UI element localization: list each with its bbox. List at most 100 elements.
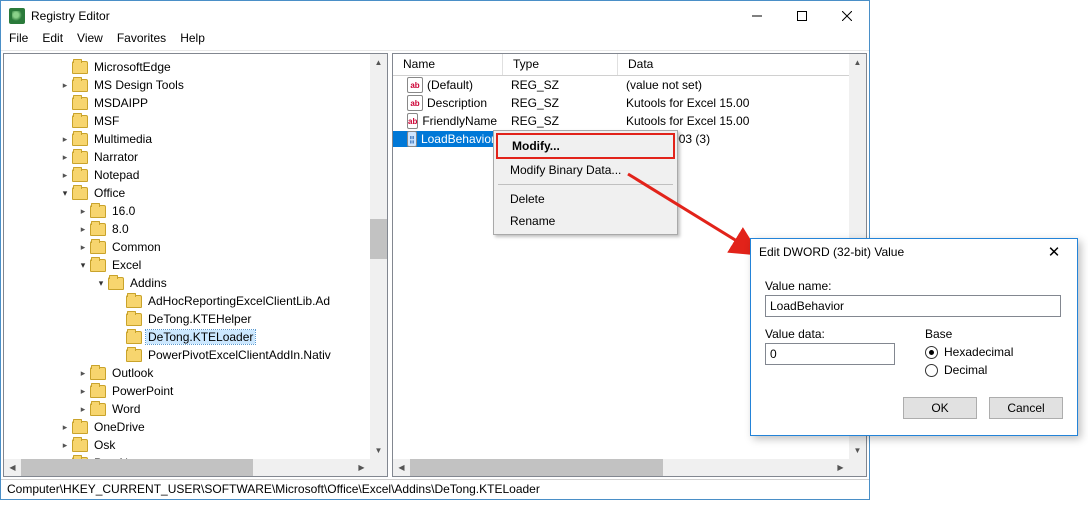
tree-node[interactable]: 16.0 xyxy=(4,202,387,220)
tree-node[interactable]: Word xyxy=(4,400,387,418)
radio-decimal[interactable]: Decimal xyxy=(925,363,1013,377)
tree-node[interactable]: MSF xyxy=(4,112,387,130)
list-horizontal-scrollbar[interactable]: ◀▶ xyxy=(393,459,849,476)
tree-node-label: Excel xyxy=(110,258,143,272)
column-data[interactable]: Data xyxy=(618,54,866,75)
tree-horizontal-scrollbar[interactable]: ◀ ▶ xyxy=(4,459,370,476)
regedit-icon xyxy=(9,8,25,24)
registry-tree[interactable]: MicrosoftEdgeMS Design ToolsMSDAIPP MSF Mu… xyxy=(4,54,387,477)
value-name: Description xyxy=(427,96,487,110)
tree-node[interactable]: Addins xyxy=(4,274,387,292)
list-header[interactable]: Name Type Data xyxy=(393,54,866,76)
edit-dword-dialog: Edit DWORD (32-bit) Value ✕ Value name: … xyxy=(750,238,1078,436)
menu-file[interactable]: File xyxy=(9,31,28,50)
expand-toggle[interactable] xyxy=(58,170,72,181)
value-type: REG_SZ xyxy=(503,114,618,128)
folder-icon xyxy=(72,97,88,110)
close-button[interactable] xyxy=(824,2,869,30)
string-value-icon: ab xyxy=(407,113,418,129)
cancel-button[interactable]: Cancel xyxy=(989,397,1063,419)
tree-node[interactable]: Office xyxy=(4,184,387,202)
expand-toggle[interactable] xyxy=(58,188,72,199)
tree-node[interactable]: DeTong.KTELoader xyxy=(4,328,387,346)
menu-delete[interactable]: Delete xyxy=(496,188,675,210)
tree-node-label: DeTong.KTEHelper xyxy=(146,312,253,326)
tree-node-label: 8.0 xyxy=(110,222,131,236)
tree-node[interactable]: AdHocReportingExcelClientLib.Ad xyxy=(4,292,387,310)
menu-help[interactable]: Help xyxy=(180,31,205,50)
expand-toggle[interactable] xyxy=(76,404,90,415)
expand-toggle[interactable] xyxy=(76,260,90,271)
expand-toggle[interactable] xyxy=(58,152,72,163)
value-data-input[interactable] xyxy=(765,343,895,365)
tree-node[interactable]: Common xyxy=(4,238,387,256)
tree-node[interactable]: Excel xyxy=(4,256,387,274)
expand-toggle[interactable] xyxy=(58,440,72,451)
expand-toggle[interactable] xyxy=(76,386,90,397)
value-type: REG_SZ xyxy=(503,96,618,110)
binary-value-icon: ¦¦ xyxy=(407,131,417,147)
expand-toggle[interactable] xyxy=(58,422,72,433)
tree-node[interactable]: OneDrive xyxy=(4,418,387,436)
menu-rename[interactable]: Rename xyxy=(496,210,675,232)
tree-node[interactable]: DeTong.KTEHelper xyxy=(4,310,387,328)
menu-view[interactable]: View xyxy=(77,31,103,50)
tree-pane: MicrosoftEdgeMS Design ToolsMSDAIPP MSF Mu… xyxy=(3,53,388,477)
string-value-icon: ab xyxy=(407,77,423,93)
list-row[interactable]: abFriendlyNameREG_SZKutools for Excel 15… xyxy=(393,112,866,130)
tree-node[interactable]: Outlook xyxy=(4,364,387,382)
tree-node[interactable]: MicrosoftEdge xyxy=(4,58,387,76)
tree-node-label: 16.0 xyxy=(110,204,137,218)
menu-modify[interactable]: Modify... xyxy=(496,133,675,159)
titlebar[interactable]: Registry Editor xyxy=(1,1,869,31)
tree-node[interactable]: PowerPivotExcelClientAddIn.Nativ xyxy=(4,346,387,364)
column-name[interactable]: Name xyxy=(393,54,503,75)
folder-icon xyxy=(72,79,88,92)
folder-icon xyxy=(90,223,106,236)
folder-icon xyxy=(126,295,142,308)
expand-toggle[interactable] xyxy=(76,206,90,217)
tree-node-label: Outlook xyxy=(110,366,155,380)
tree-node[interactable]: MSDAIPP xyxy=(4,94,387,112)
menu-modify-binary[interactable]: Modify Binary Data... xyxy=(496,159,675,181)
ok-button[interactable]: OK xyxy=(903,397,977,419)
maximize-button[interactable] xyxy=(779,2,824,30)
tree-node[interactable]: Narrator xyxy=(4,148,387,166)
radio-hexadecimal[interactable]: Hexadecimal xyxy=(925,345,1013,359)
dialog-title: Edit DWORD (32-bit) Value xyxy=(759,245,1039,259)
expand-toggle[interactable] xyxy=(76,224,90,235)
tree-node[interactable]: MS Design Tools xyxy=(4,76,387,94)
column-type[interactable]: Type xyxy=(503,54,618,75)
expand-toggle[interactable] xyxy=(94,278,108,289)
folder-icon xyxy=(72,439,88,452)
tree-node-label: MSF xyxy=(92,114,121,128)
expand-toggle[interactable] xyxy=(58,80,72,91)
expand-toggle[interactable] xyxy=(58,134,72,145)
expand-toggle[interactable] xyxy=(76,368,90,379)
tree-node[interactable]: Osk xyxy=(4,436,387,454)
folder-icon xyxy=(90,403,106,416)
menu-favorites[interactable]: Favorites xyxy=(117,31,166,50)
tree-node[interactable]: PowerPoint xyxy=(4,382,387,400)
tree-node[interactable]: Notepad xyxy=(4,166,387,184)
tree-node[interactable]: 8.0 xyxy=(4,220,387,238)
tree-node-label: AdHocReportingExcelClientLib.Ad xyxy=(146,294,332,308)
tree-node-label: DeTong.KTELoader xyxy=(146,330,255,344)
list-row[interactable]: abDescriptionREG_SZKutools for Excel 15.… xyxy=(393,94,866,112)
window-title: Registry Editor xyxy=(31,9,734,23)
tree-node-label: Narrator xyxy=(92,150,140,164)
tree-node-label: Word xyxy=(110,402,142,416)
tree-node[interactable]: Multimedia xyxy=(4,130,387,148)
value-name-input[interactable] xyxy=(765,295,1061,317)
folder-icon xyxy=(90,259,106,272)
menu-edit[interactable]: Edit xyxy=(42,31,63,50)
folder-icon xyxy=(72,133,88,146)
dialog-close-button[interactable]: ✕ xyxy=(1039,243,1069,261)
expand-toggle[interactable] xyxy=(76,242,90,253)
folder-icon xyxy=(108,277,124,290)
list-row[interactable]: ab(Default)REG_SZ(value not set) xyxy=(393,76,866,94)
minimize-button[interactable] xyxy=(734,2,779,30)
tree-node-label: PowerPoint xyxy=(110,384,175,398)
folder-icon xyxy=(90,367,106,380)
tree-vertical-scrollbar[interactable]: ▲ ▼ xyxy=(370,54,387,459)
